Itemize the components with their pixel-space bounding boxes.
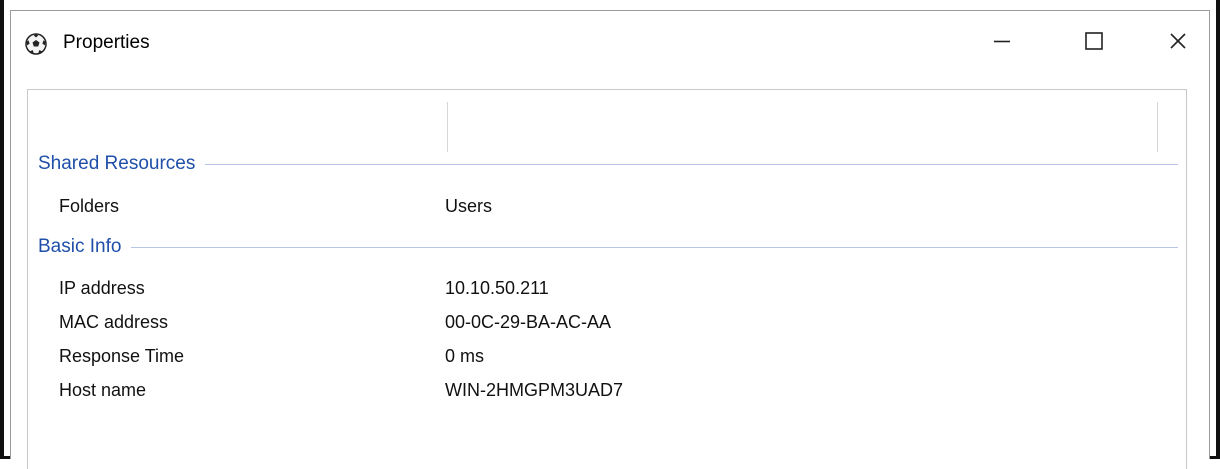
- properties-window: Properties Shared Resources Folders User…: [10, 10, 1210, 469]
- property-row-response-time[interactable]: Response Time 0 ms: [59, 346, 1159, 370]
- maximize-button[interactable]: [1063, 23, 1125, 63]
- column-separator[interactable]: [1157, 102, 1158, 152]
- minimize-icon: [992, 31, 1012, 56]
- section-header-shared-resources: Shared Resources: [38, 152, 1178, 176]
- property-label: IP address: [59, 278, 145, 298]
- property-value: Users: [445, 196, 493, 216]
- property-row-ip-address[interactable]: IP address 10.10.50.211: [59, 278, 1159, 302]
- minimize-button[interactable]: [971, 23, 1033, 63]
- section-divider: [131, 246, 1178, 248]
- maximize-icon: [1084, 31, 1104, 56]
- title-bar[interactable]: Properties: [11, 11, 1209, 75]
- window-title: Properties: [63, 32, 150, 53]
- screenshot-border-right: [1216, 0, 1220, 459]
- property-value: 10.10.50.211: [445, 278, 549, 298]
- property-value: 0 ms: [445, 346, 485, 366]
- property-value: WIN-2HMGPM3UAD7: [445, 380, 624, 400]
- section-divider: [205, 163, 1178, 165]
- section-header-basic-info: Basic Info: [38, 235, 1178, 259]
- screenshot-border-left: [0, 0, 4, 459]
- property-row-host-name[interactable]: Host name WIN-2HMGPM3UAD7: [59, 380, 1159, 404]
- property-value: 00-0C-29-BA-AC-AA: [445, 312, 612, 332]
- properties-panel[interactable]: Shared Resources Folders Users Basic Inf…: [27, 89, 1187, 469]
- section-title: Shared Resources: [38, 153, 196, 174]
- close-button[interactable]: [1147, 23, 1209, 63]
- property-row-mac-address[interactable]: MAC address 00-0C-29-BA-AC-AA: [59, 312, 1159, 336]
- close-icon: [1168, 31, 1188, 56]
- property-row-folders[interactable]: Folders Users: [59, 196, 1159, 220]
- property-label: Response Time: [59, 346, 185, 366]
- column-separator[interactable]: [447, 102, 448, 152]
- section-title: Basic Info: [38, 236, 122, 257]
- property-label: Host name: [59, 380, 147, 400]
- property-label: Folders: [59, 196, 120, 216]
- soccer-ball-icon[interactable]: [25, 33, 47, 55]
- property-label: MAC address: [59, 312, 169, 332]
